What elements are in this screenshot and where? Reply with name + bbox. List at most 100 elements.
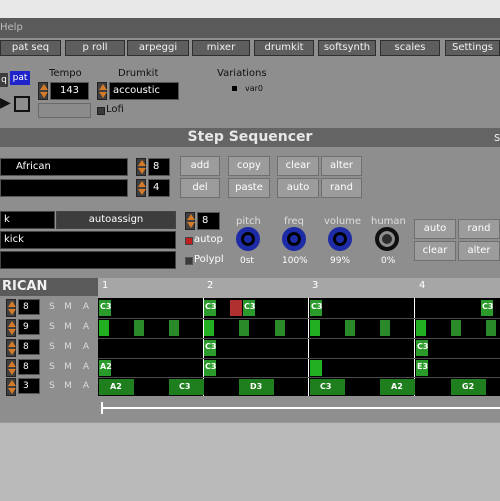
steps-spinner-icon[interactable] [136, 158, 146, 176]
stop-icon[interactable] [14, 96, 30, 112]
step-cell[interactable] [486, 320, 496, 336]
solo-button[interactable]: S [46, 378, 58, 394]
auto-row-button[interactable]: A [80, 359, 92, 375]
step-cell[interactable] [310, 320, 320, 336]
row-value[interactable]: 9 [18, 319, 40, 335]
rand-button[interactable]: rand [321, 178, 362, 198]
instrument-spinner-icon[interactable] [185, 212, 195, 230]
mute-button[interactable]: M [62, 359, 74, 375]
step-cell[interactable] [345, 320, 355, 336]
step-cell[interactable] [310, 360, 322, 376]
add-button[interactable]: add [180, 156, 220, 176]
step-cell[interactable]: C3 [204, 300, 216, 316]
row-spinner-icon[interactable] [6, 359, 16, 377]
mute-button[interactable]: M [62, 378, 74, 394]
horizontal-scrollbar[interactable] [103, 407, 500, 409]
auto-row-button[interactable]: A [80, 319, 92, 335]
step-cell[interactable]: C3 [416, 340, 428, 356]
step-cell[interactable]: C3 [204, 340, 216, 356]
nav-mixer[interactable]: mixer [192, 40, 250, 56]
step-cell[interactable]: A2 [380, 379, 415, 395]
solo-button[interactable]: S [46, 319, 58, 335]
inst-alter-button[interactable]: alter [458, 241, 500, 261]
step-cell[interactable]: A2 [99, 379, 134, 395]
step-cell[interactable]: C3 [204, 360, 216, 376]
auto-row-button[interactable]: A [80, 339, 92, 355]
variation-item[interactable]: var0 [245, 84, 263, 93]
inst-clear-button[interactable]: clear [414, 241, 456, 261]
del-button[interactable]: del [180, 178, 220, 198]
polyp-checkbox[interactable] [185, 257, 193, 265]
variation-marker[interactable] [232, 86, 237, 91]
row-value[interactable]: 8 [18, 299, 40, 315]
step-cell[interactable]: C3 [99, 300, 111, 316]
step-cell[interactable]: D3 [239, 379, 274, 395]
auto-button[interactable]: auto [277, 178, 319, 198]
step-cell[interactable] [134, 320, 144, 336]
step-cell[interactable] [380, 320, 390, 336]
autoassign-button[interactable]: autoassign [56, 211, 176, 229]
step-cell[interactable] [239, 320, 249, 336]
pitch-knob[interactable] [236, 227, 260, 251]
volume-knob[interactable] [328, 227, 352, 251]
step-cell[interactable] [99, 320, 109, 336]
mute-button[interactable]: M [62, 339, 74, 355]
solo-button[interactable]: S [46, 339, 58, 355]
instrument-left-field[interactable]: k [0, 211, 55, 229]
nav-arpeggi[interactable]: arpeggi [127, 40, 189, 56]
tempo-spinner-icon[interactable] [38, 82, 48, 100]
step-cell[interactable]: E3 [416, 360, 428, 376]
step-cell[interactable]: G2 [451, 379, 486, 395]
inst-auto-button[interactable]: auto [414, 219, 456, 239]
beats-spinner-icon[interactable] [136, 179, 146, 197]
step-cell[interactable]: C3 [169, 379, 204, 395]
freq-knob[interactable] [282, 227, 306, 251]
instrument-value[interactable]: 8 [197, 212, 220, 230]
pat-mode-button[interactable]: pat [10, 71, 30, 85]
pattern-name-input[interactable]: African [0, 158, 128, 176]
row-spinner-icon[interactable] [6, 299, 16, 317]
nav-p-roll[interactable]: p roll [65, 40, 125, 56]
auto-row-button[interactable]: A [80, 378, 92, 394]
play-icon[interactable]: ▶ [0, 95, 11, 111]
auto-row-button[interactable]: A [80, 299, 92, 315]
step-cell[interactable] [416, 320, 426, 336]
row-value[interactable]: 3 [18, 378, 40, 394]
seq-mode-button[interactable]: q [0, 73, 8, 87]
tempo-input[interactable]: 143 [50, 82, 89, 100]
pattern-secondary-field[interactable] [0, 179, 128, 197]
drumkit-spinner-icon[interactable] [97, 82, 107, 100]
nav-settings[interactable]: Settings [445, 40, 500, 56]
step-cell[interactable] [204, 320, 214, 336]
clear-button[interactable]: clear [277, 156, 319, 176]
lofi-checkbox[interactable] [97, 107, 105, 115]
tempo-slider[interactable] [38, 103, 91, 118]
human-knob[interactable] [375, 227, 399, 251]
step-cell[interactable]: C3 [243, 300, 255, 316]
row-spinner-icon[interactable] [6, 378, 16, 396]
help-menu[interactable]: Help [0, 22, 23, 33]
row-spinner-icon[interactable] [6, 339, 16, 357]
alter-button[interactable]: alter [321, 156, 362, 176]
steps-input[interactable]: 8 [148, 158, 170, 176]
copy-button[interactable]: copy [228, 156, 270, 176]
solo-button[interactable]: S [46, 299, 58, 315]
solo-button[interactable]: S [46, 359, 58, 375]
row-value[interactable]: 8 [18, 359, 40, 375]
row-value[interactable]: 8 [18, 339, 40, 355]
step-cell[interactable]: C3 [310, 300, 322, 316]
nav-softsynth[interactable]: softsynth [318, 40, 376, 56]
mute-button[interactable]: M [62, 319, 74, 335]
step-cell[interactable]: C3 [481, 300, 493, 316]
step-cell[interactable] [275, 320, 285, 336]
autop-checkbox[interactable] [185, 237, 193, 245]
step-cell[interactable] [451, 320, 461, 336]
step-cell[interactable]: A2 [99, 360, 112, 376]
nav-scales[interactable]: scales [380, 40, 440, 56]
drumkit-select[interactable]: accoustic [109, 82, 179, 100]
paste-button[interactable]: paste [228, 178, 270, 198]
kit-sound-field-2[interactable] [0, 251, 176, 269]
beats-input[interactable]: 4 [148, 179, 170, 197]
nav-pat-seq[interactable]: pat seq [0, 40, 61, 56]
step-cell[interactable]: C3 [310, 379, 345, 395]
